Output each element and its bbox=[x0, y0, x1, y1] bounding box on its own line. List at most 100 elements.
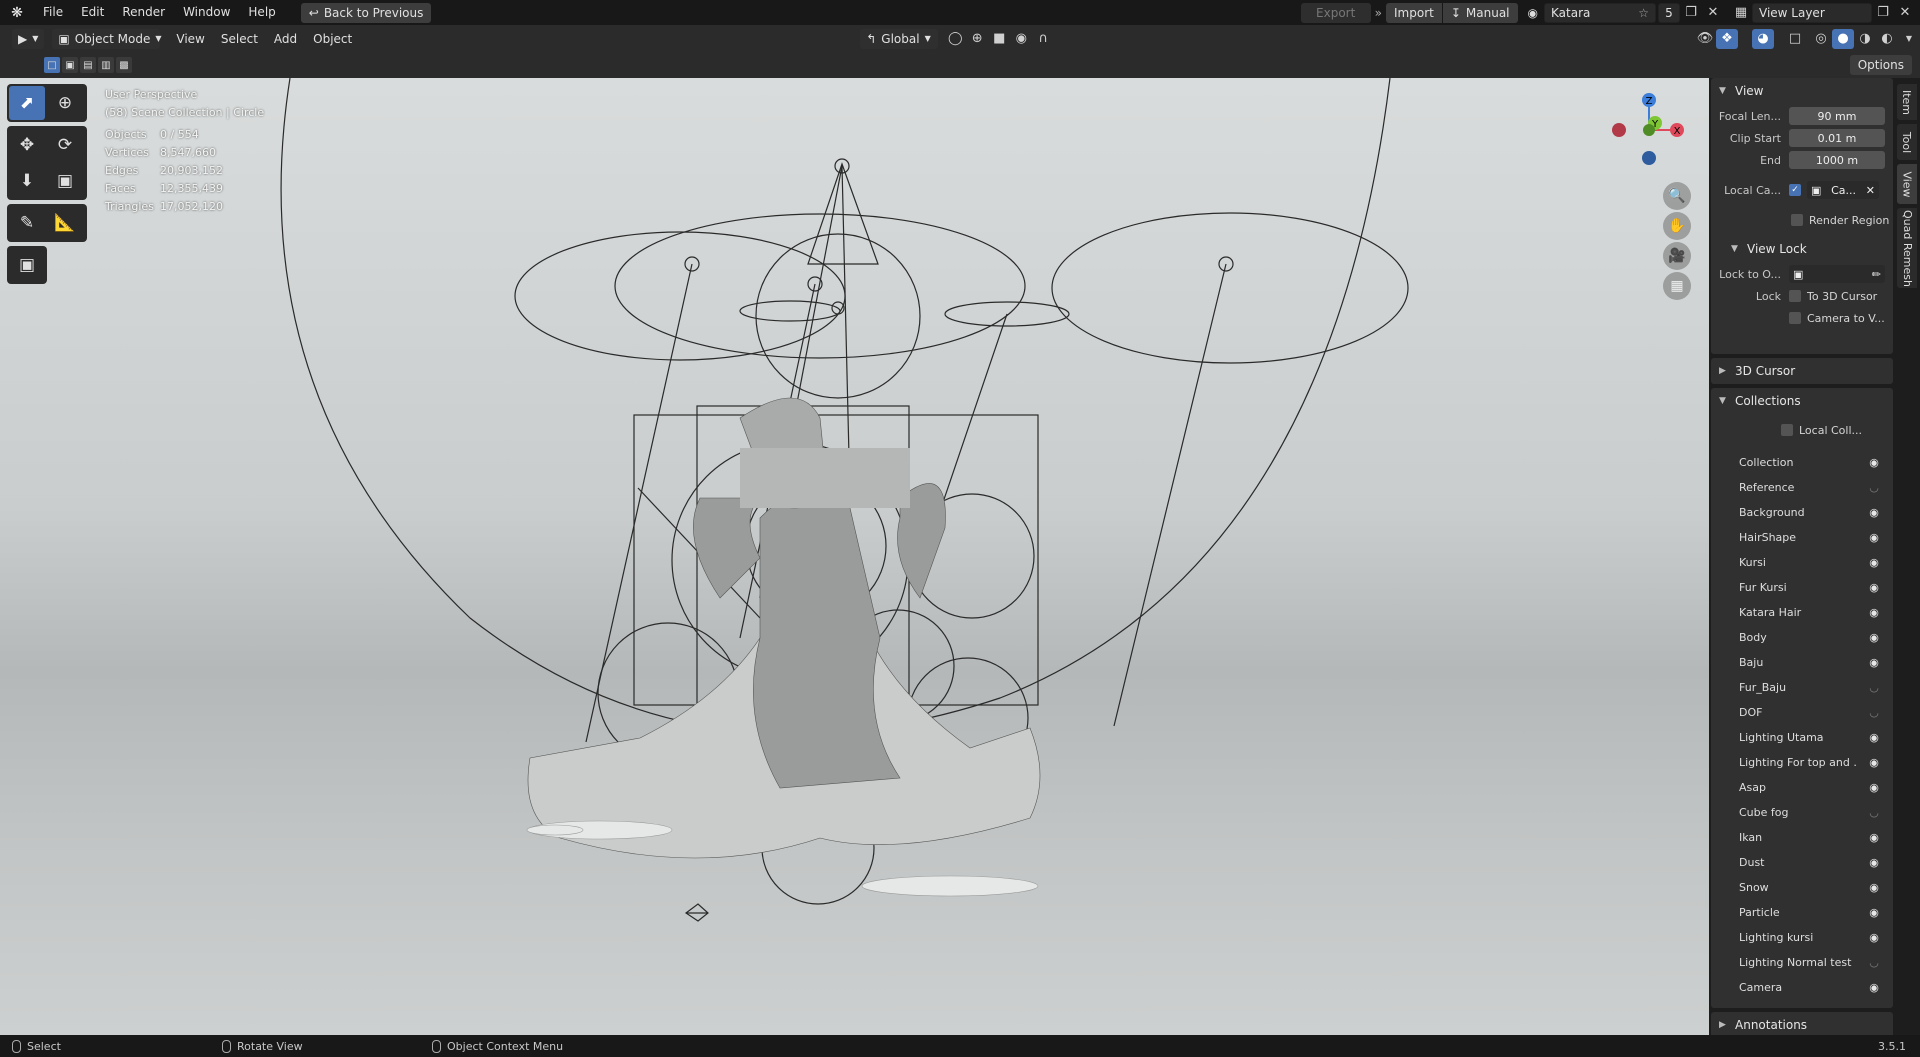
eye-closed-icon[interactable]: ◡ bbox=[1867, 706, 1881, 719]
eye-icon[interactable]: ◉ bbox=[1867, 906, 1881, 919]
navigation-gizmo[interactable]: Z Y X bbox=[1605, 90, 1685, 170]
eye-icon[interactable]: ◉ bbox=[1867, 856, 1881, 869]
transform-orientation-dropdown[interactable]: ↰ Global ▼ bbox=[860, 28, 939, 49]
eye-closed-icon[interactable]: ◡ bbox=[1867, 806, 1881, 819]
expand-arrow-icon[interactable]: » bbox=[1371, 6, 1386, 20]
collection-row[interactable]: Baju ◉ bbox=[1711, 650, 1893, 675]
collection-row[interactable]: Reference ◡ bbox=[1711, 475, 1893, 500]
collection-row[interactable]: Lighting For top and ... ◉ bbox=[1711, 750, 1893, 775]
back-to-previous-button[interactable]: ↩ Back to Previous bbox=[300, 2, 432, 23]
collection-row[interactable]: Cube fog ◡ bbox=[1711, 800, 1893, 825]
local-camera-field[interactable]: ▣ Ca... ✕ bbox=[1807, 181, 1879, 199]
collection-row[interactable]: Fur Kursi ◉ bbox=[1711, 575, 1893, 600]
tab-item[interactable]: Item bbox=[1897, 84, 1917, 120]
zoom-icon[interactable]: 🔍 bbox=[1663, 182, 1691, 210]
eye-icon[interactable]: ◉ bbox=[1867, 881, 1881, 894]
menu-add[interactable]: Add bbox=[266, 32, 305, 46]
overlay-toggle-icon[interactable]: ◕ bbox=[1752, 28, 1774, 49]
close-layer-icon[interactable]: ✕ bbox=[1894, 3, 1916, 23]
collection-row[interactable]: Body ◉ bbox=[1711, 625, 1893, 650]
blender-logo-icon[interactable]: ❋ bbox=[0, 5, 34, 21]
export-button[interactable]: Export bbox=[1300, 2, 1371, 23]
collection-row[interactable]: Snow ◉ bbox=[1711, 875, 1893, 900]
falloff-icon[interactable]: ∩ bbox=[1032, 29, 1054, 49]
eye-icon[interactable]: ◉ bbox=[1867, 556, 1881, 569]
editor-type-dropdown[interactable]: ▶ ▼ bbox=[12, 28, 45, 49]
select-intersect-icon[interactable]: ▩ bbox=[116, 57, 132, 73]
eye-icon[interactable]: ◉ bbox=[1867, 631, 1881, 644]
eye-icon[interactable]: ◉ bbox=[1867, 656, 1881, 669]
collection-row[interactable]: Camera ◉ bbox=[1711, 975, 1893, 1000]
close-icon[interactable]: ✕ bbox=[1866, 184, 1875, 197]
focal-length-field[interactable]: 90 mm bbox=[1789, 107, 1885, 125]
collection-row[interactable]: Fur_Baju ◡ bbox=[1711, 675, 1893, 700]
local-collections-checkbox[interactable] bbox=[1781, 424, 1793, 436]
add-cube-icon[interactable]: ▣ bbox=[9, 248, 45, 282]
eye-closed-icon[interactable]: ◡ bbox=[1867, 481, 1881, 494]
collection-row[interactable]: Lighting kursi ◉ bbox=[1711, 925, 1893, 950]
collection-row[interactable]: Lighting Utama ◉ bbox=[1711, 725, 1893, 750]
pivot-point-icon[interactable]: ◯ bbox=[944, 29, 966, 49]
new-layer-icon[interactable]: ❐ bbox=[1872, 3, 1894, 23]
camera-to-view-checkbox[interactable] bbox=[1789, 312, 1801, 324]
collection-row[interactable]: Kursi ◉ bbox=[1711, 550, 1893, 575]
select-new-icon[interactable]: □ bbox=[44, 57, 60, 73]
eye-icon[interactable]: ◉ bbox=[1867, 606, 1881, 619]
annotate-icon[interactable]: ✎ bbox=[9, 206, 45, 240]
select-box-icon[interactable]: ⬈ bbox=[9, 86, 45, 120]
view-lock-header[interactable]: ▼ View Lock bbox=[1711, 236, 1893, 262]
view-panel-header[interactable]: ▼ View bbox=[1711, 78, 1893, 104]
menu-render[interactable]: Render bbox=[113, 0, 174, 25]
new-scene-icon[interactable]: ❐ bbox=[1680, 3, 1702, 23]
tab-tool[interactable]: Tool bbox=[1897, 124, 1917, 160]
eye-icon[interactable]: ◉ bbox=[1867, 931, 1881, 944]
menu-help[interactable]: Help bbox=[239, 0, 284, 25]
measure-icon[interactable]: 📐 bbox=[47, 206, 83, 240]
eye-icon[interactable]: ◉ bbox=[1867, 581, 1881, 594]
eye-closed-icon[interactable]: ◡ bbox=[1867, 681, 1881, 694]
collection-row[interactable]: Particle ◉ bbox=[1711, 900, 1893, 925]
collection-row[interactable]: Asap ◉ bbox=[1711, 775, 1893, 800]
collection-row[interactable]: DOF ◡ bbox=[1711, 700, 1893, 725]
close-scene-icon[interactable]: ✕ bbox=[1702, 3, 1724, 23]
eyedropper-icon[interactable]: ✏ bbox=[1872, 268, 1881, 281]
xray-icon[interactable]: □ bbox=[1784, 29, 1806, 49]
menu-window[interactable]: Window bbox=[174, 0, 239, 25]
eye-icon[interactable]: ◉ bbox=[1867, 831, 1881, 844]
manual-button[interactable]: ↧ Manual bbox=[1442, 2, 1518, 23]
collection-row[interactable]: Dust ◉ bbox=[1711, 850, 1893, 875]
eye-closed-icon[interactable]: ◡ bbox=[1867, 956, 1881, 969]
eye-icon[interactable]: ◉ bbox=[1867, 781, 1881, 794]
scene-name-field[interactable]: Katara ☆ bbox=[1544, 2, 1656, 23]
collection-row[interactable]: Ikan ◉ bbox=[1711, 825, 1893, 850]
select-extend-icon[interactable]: ▣ bbox=[62, 57, 78, 73]
transform-icon[interactable]: ▣ bbox=[47, 164, 83, 198]
collections-header[interactable]: ▼ Collections bbox=[1711, 388, 1893, 414]
camera-view-icon[interactable]: 🎥 bbox=[1663, 242, 1691, 270]
menu-select[interactable]: Select bbox=[213, 32, 266, 46]
eye-icon[interactable]: ◉ bbox=[1867, 506, 1881, 519]
menu-view[interactable]: View bbox=[168, 32, 212, 46]
snap-icon[interactable]: ⊕ bbox=[966, 29, 988, 49]
tab-quad-remesh[interactable]: Quad Remesh bbox=[1897, 208, 1917, 288]
perspective-toggle-icon[interactable]: ▦ bbox=[1663, 272, 1691, 300]
collection-row[interactable]: Background ◉ bbox=[1711, 500, 1893, 525]
shading-solid-icon[interactable]: ● bbox=[1832, 28, 1854, 49]
collection-row[interactable]: Lighting Normal test ◡ bbox=[1711, 950, 1893, 975]
menu-edit[interactable]: Edit bbox=[72, 0, 113, 25]
scale-icon[interactable]: ⬇ bbox=[9, 164, 45, 198]
eye-icon[interactable]: ◉ bbox=[1867, 731, 1881, 744]
shading-rendered-icon[interactable]: ◐ bbox=[1876, 29, 1898, 49]
collection-row[interactable]: HairShape ◉ bbox=[1711, 525, 1893, 550]
pan-hand-icon[interactable]: ✋ bbox=[1663, 212, 1691, 240]
visibility-icon[interactable]: 👁 bbox=[1694, 29, 1716, 49]
collection-row[interactable]: Katara Hair ◉ bbox=[1711, 600, 1893, 625]
shading-material-icon[interactable]: ◑ bbox=[1854, 29, 1876, 49]
rotate-icon[interactable]: ⟳ bbox=[47, 128, 83, 162]
import-button[interactable]: Import bbox=[1386, 2, 1442, 23]
view-layer-icon[interactable]: ▦ bbox=[1730, 3, 1752, 23]
collection-row[interactable]: Collection ◉ bbox=[1711, 450, 1893, 475]
eye-icon[interactable]: ◉ bbox=[1867, 981, 1881, 994]
clip-end-field[interactable]: 1000 m bbox=[1789, 151, 1885, 169]
tab-view[interactable]: View bbox=[1897, 164, 1917, 204]
